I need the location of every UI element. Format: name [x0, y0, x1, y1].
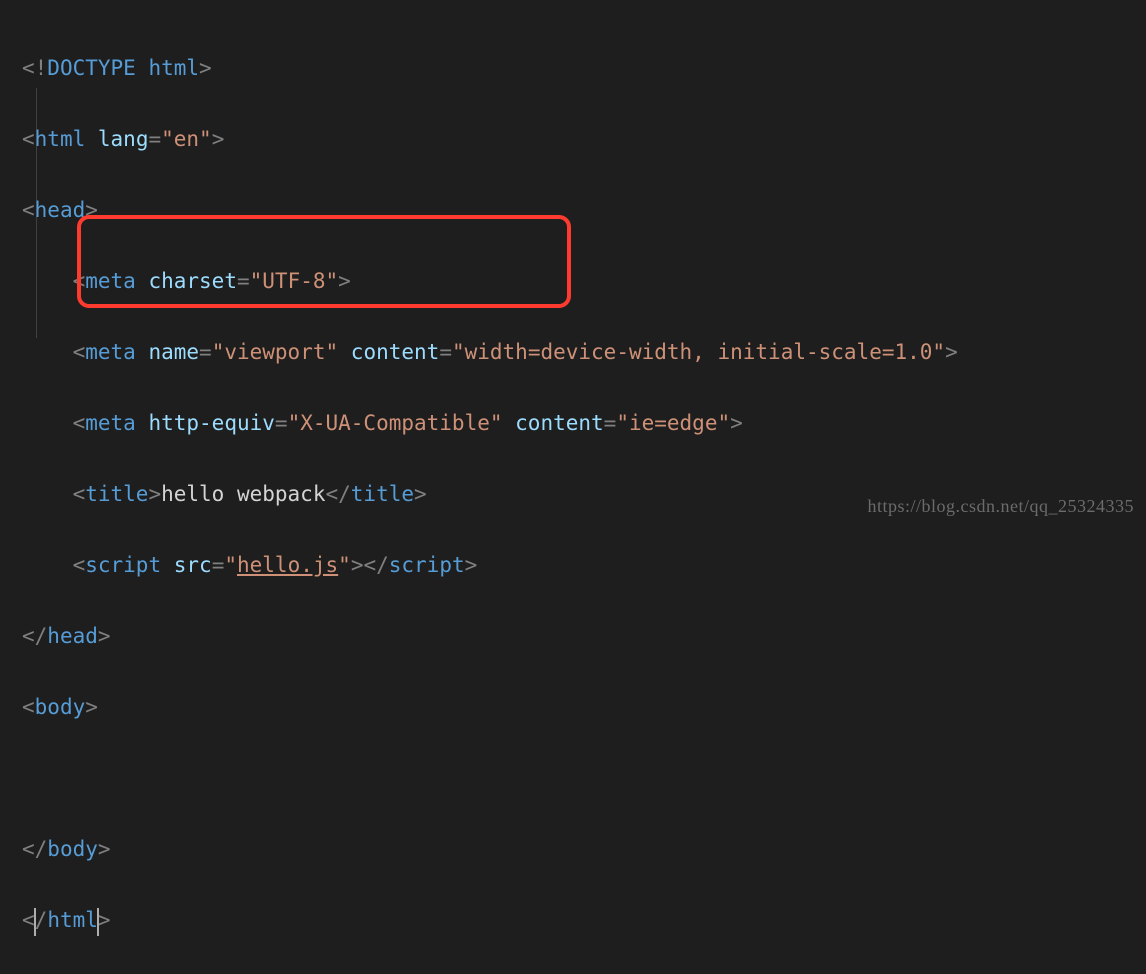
tag-title: title: [85, 482, 148, 506]
code-line[interactable]: [22, 761, 958, 797]
src-filename: hello.js: [237, 553, 338, 577]
code-line[interactable]: </head>: [22, 619, 958, 655]
attr-src: src: [174, 553, 212, 577]
tag-script: script: [85, 553, 161, 577]
code-line[interactable]: <html lang="en">: [22, 122, 958, 158]
val-viewport: "viewport": [212, 340, 338, 364]
tag-body-close: body: [47, 837, 98, 861]
attr-name: name: [148, 340, 199, 364]
angle-close: >: [199, 56, 212, 80]
src-quote-open: ": [224, 553, 237, 577]
code-line[interactable]: </body>: [22, 832, 958, 868]
attr-lang: lang: [98, 127, 149, 151]
code-line[interactable]: </html>: [22, 903, 958, 939]
val-ieedge: "ie=edge": [616, 411, 730, 435]
tag-script-close: script: [389, 553, 465, 577]
attr-content: content: [351, 340, 440, 364]
tag-body: body: [35, 695, 86, 719]
code-line[interactable]: <title>hello webpack</title>: [22, 477, 958, 513]
doctype-token: DOCTYPE html: [47, 56, 199, 80]
tag-title-close: title: [351, 482, 414, 506]
attr-http-equiv: http-equiv: [148, 411, 274, 435]
val-lang: "en": [161, 127, 212, 151]
code-line[interactable]: <meta name="viewport" content="width=dev…: [22, 335, 958, 371]
cursor-caret: [34, 908, 36, 936]
code-line[interactable]: <head>: [22, 193, 958, 229]
src-quote-close: ": [338, 553, 351, 577]
tag-head-close: head: [47, 624, 98, 648]
code-line[interactable]: <!DOCTYPE html>: [22, 51, 958, 87]
val-charset: "UTF-8": [250, 269, 339, 293]
tag-meta: meta: [85, 269, 136, 293]
code-line[interactable]: <body>: [22, 690, 958, 726]
code-editor[interactable]: <!DOCTYPE html> <html lang="en"> <head> …: [22, 15, 958, 974]
angle-open: <!: [22, 56, 47, 80]
tag-meta: meta: [85, 340, 136, 364]
attr-content: content: [515, 411, 604, 435]
tag-html: html: [35, 127, 86, 151]
val-viewport-content: "width=device-width, initial-scale=1.0": [452, 340, 945, 364]
title-text: hello webpack: [161, 482, 325, 506]
code-line[interactable]: <meta http-equiv="X-UA-Compatible" conte…: [22, 406, 958, 442]
attr-charset: charset: [148, 269, 237, 293]
code-line[interactable]: <meta charset="UTF-8">: [22, 264, 958, 300]
tag-head: head: [35, 198, 86, 222]
tag-html-close: html: [47, 908, 98, 932]
val-xua: "X-UA-Compatible": [288, 411, 503, 435]
tag-meta: meta: [85, 411, 136, 435]
code-line[interactable]: <script src="hello.js"></script>: [22, 548, 958, 584]
watermark-text: https://blog.csdn.net/qq_25324335: [868, 489, 1135, 525]
selection-bracket: [97, 908, 99, 936]
